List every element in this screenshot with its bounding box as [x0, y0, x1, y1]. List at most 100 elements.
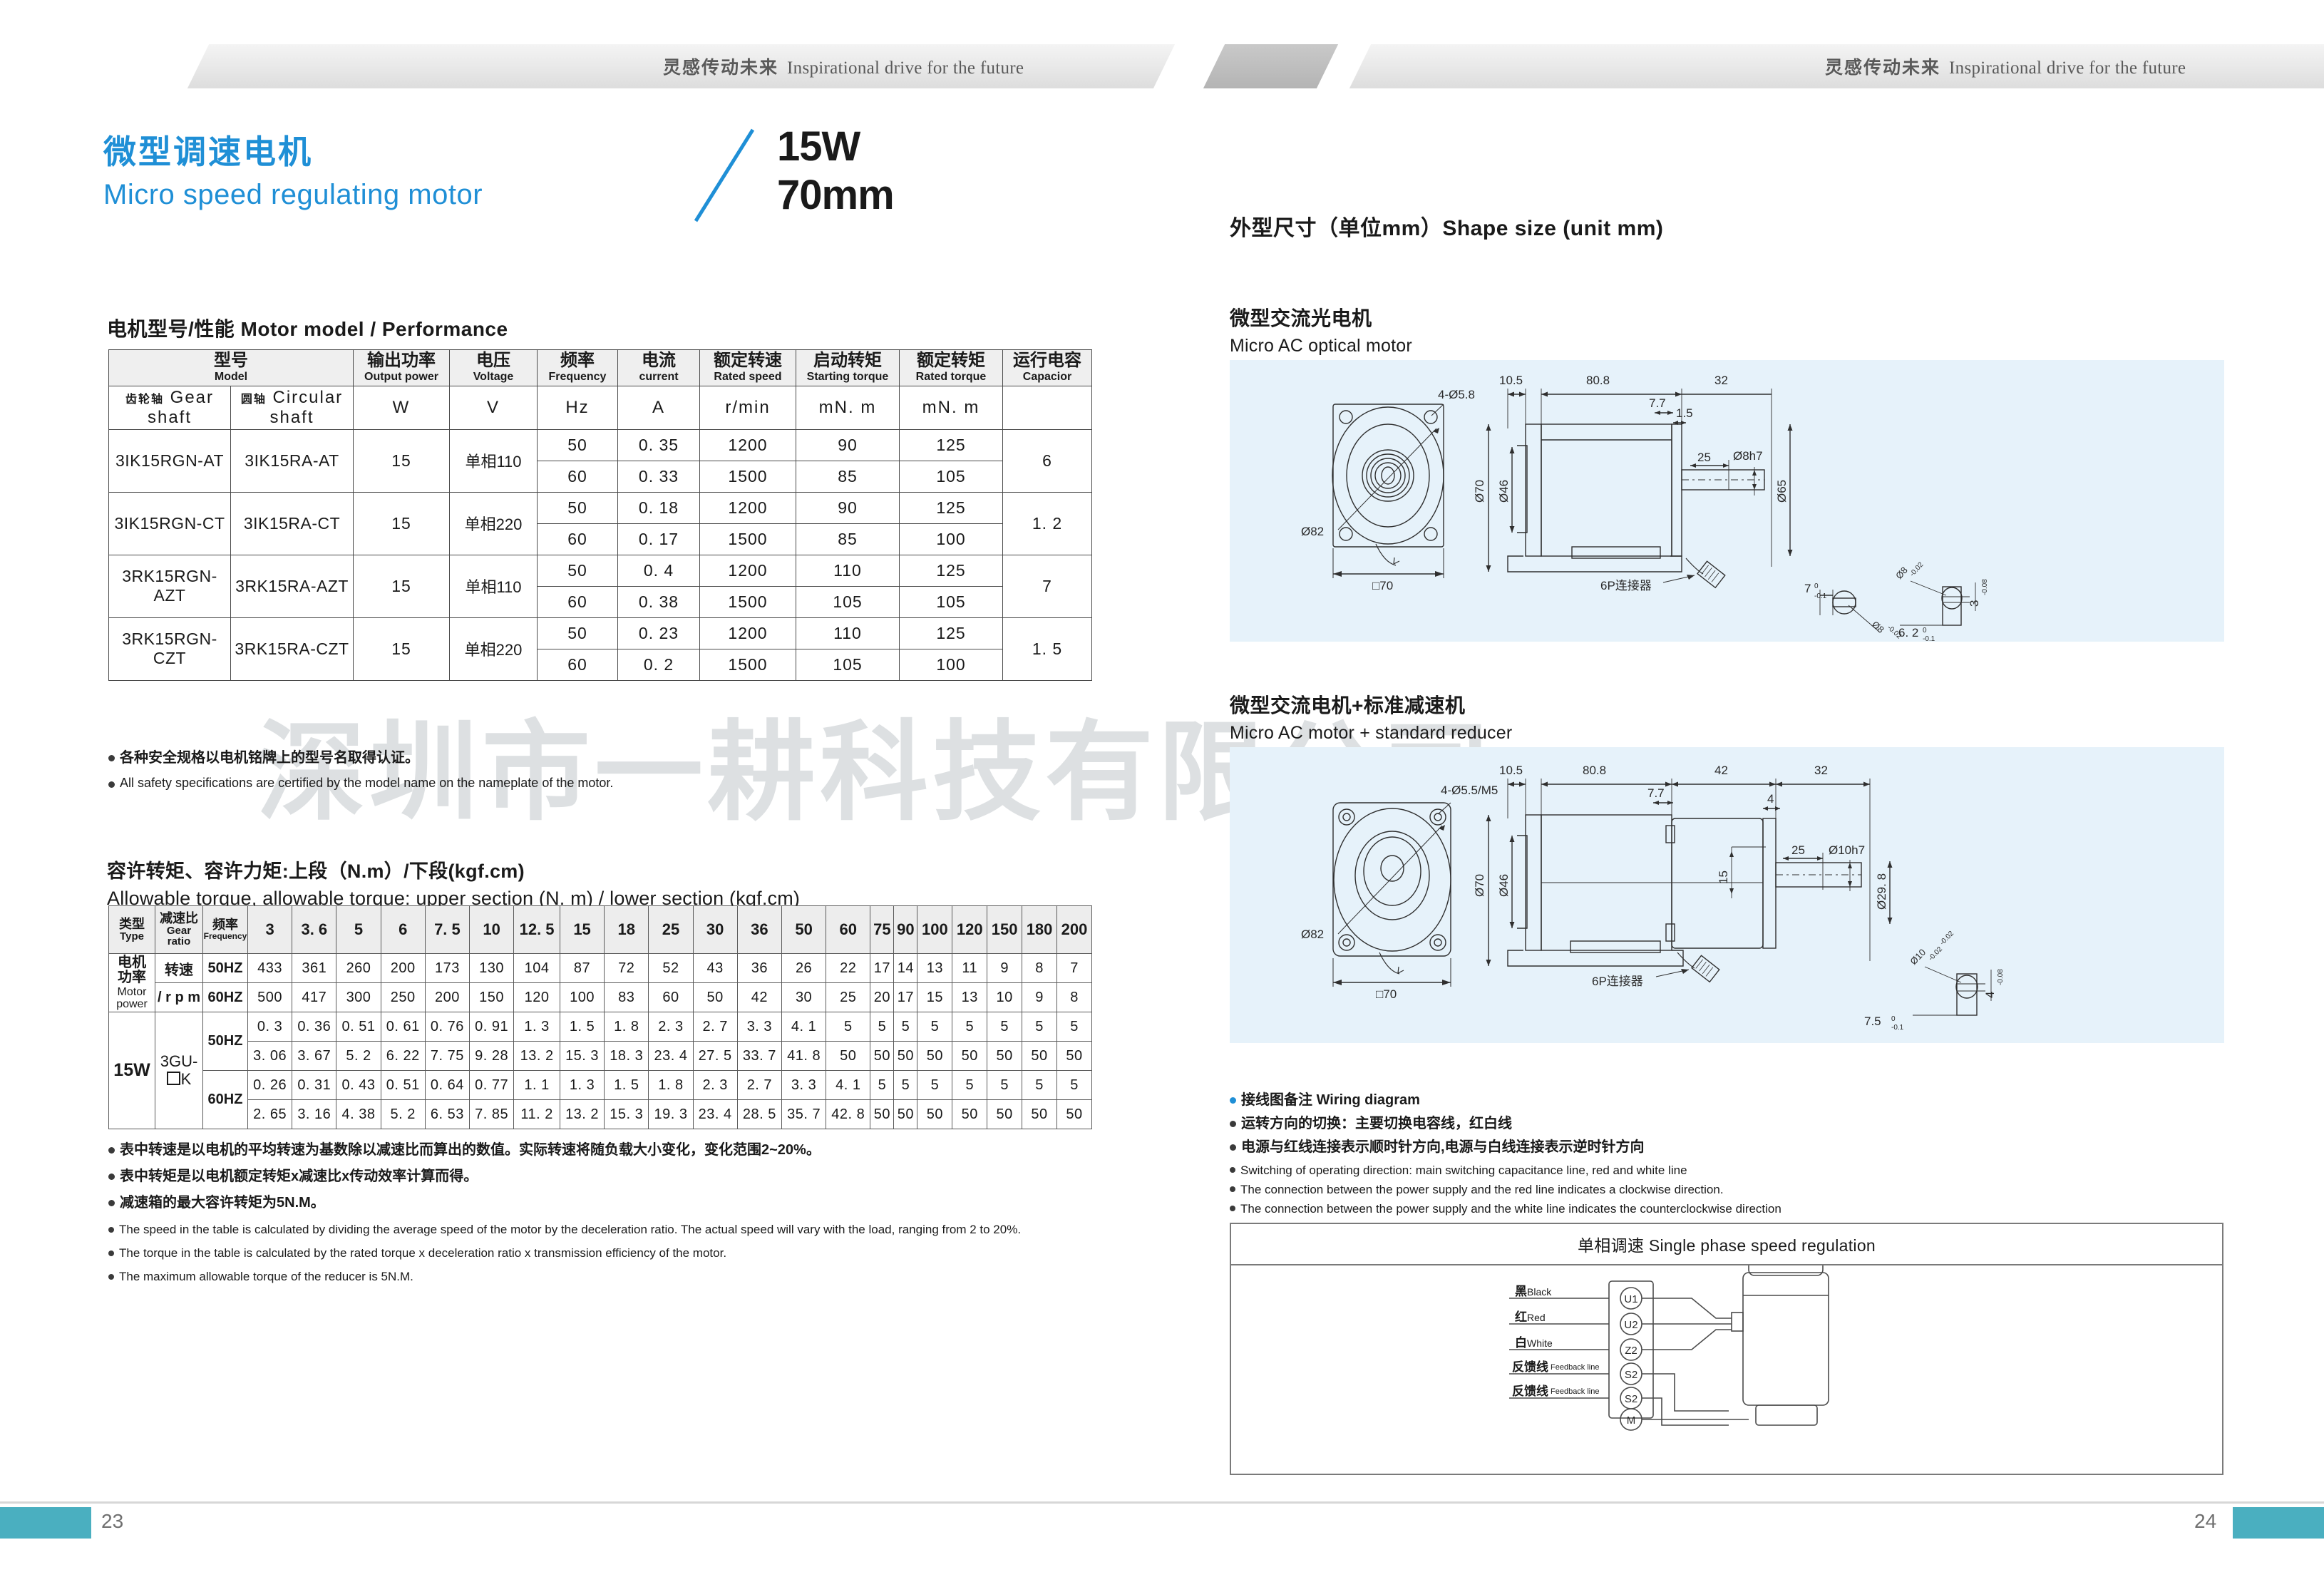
torque-note-en-2: The maximum allowable torque of the redu…	[119, 1270, 413, 1284]
allowable-torque-table: 类型 Type 减速比 Gear ratio 频率 Frequency 3 3.…	[108, 905, 1092, 1129]
bullet-dot-icon	[108, 1200, 115, 1206]
table-row: 电机 功率 Motor power 转速 50HZ 433 361 260 20…	[108, 953, 1092, 1012]
wiring-note-cn-1: 电源与红线连接表示顺时针方向,电源与白线连接表示逆时针方向	[1241, 1139, 1645, 1155]
safety-note-cn: 各种安全规格以电机铭牌上的型号名取得认证。	[120, 750, 419, 766]
page-chip-left	[0, 1507, 91, 1539]
perf-circ-model-2: 3RK15RA-AZT	[230, 554, 354, 618]
torque-col-freq: 频率 Frequency	[202, 905, 248, 954]
t50kgf-4: 7. 75	[424, 1041, 471, 1071]
slogan-en-2: Inspirational drive for the future	[1949, 58, 2186, 78]
perf-rated-3-1: 100	[899, 648, 1003, 681]
perf-start-3-0: 110	[796, 617, 900, 649]
perf-col-voltage: 电压 Voltage	[449, 349, 538, 386]
list-item: 表中转矩是以电机额定转矩x减速比x传动效率计算而得。	[108, 1167, 1121, 1186]
dim-flange-dia-1: Ø82	[1301, 525, 1324, 538]
speed50-9: 52	[648, 953, 694, 983]
perf-circ-model-1: 3IK15RA-CT	[230, 491, 354, 555]
perf-unit-mnm2: mN. m	[899, 385, 1003, 430]
t60kgf-16: 50	[917, 1099, 953, 1129]
perf-h-en: Model	[214, 371, 248, 384]
perf-col-speed: 额定转速 Rated speed	[699, 349, 796, 386]
torque-note-cn-2: 减速箱的最大容许转矩为5N.M。	[120, 1195, 325, 1211]
t50nm-11: 3. 3	[736, 1012, 782, 1042]
t60kgf-10: 23. 4	[692, 1099, 738, 1129]
torque-ratio-13: 60	[826, 905, 871, 954]
t50nm-18: 5	[987, 1012, 1023, 1042]
speed50-17: 11	[952, 953, 988, 983]
t60kgf-18: 50	[987, 1099, 1023, 1129]
torque-motor-power-label: 电机 功率 Motor power	[108, 953, 155, 1012]
perf-cap-2: 7	[1002, 554, 1092, 618]
t50kgf-6: 13. 2	[513, 1041, 560, 1071]
t50nm-5: 0. 91	[469, 1012, 515, 1042]
dim-end-dia-1: Ø65	[1775, 480, 1789, 503]
t50nm-6: 1. 3	[513, 1012, 560, 1042]
t50kgf-20: 50	[1056, 1041, 1092, 1071]
list-item: The connection between the power supply …	[1230, 1201, 2228, 1217]
perf-current-3-0: 0. 23	[617, 617, 700, 649]
torque-rot-cn: 转速	[155, 953, 203, 983]
terminal-code-3: S2	[1625, 1369, 1637, 1381]
dim-body-len-2: 80.8	[1583, 764, 1606, 777]
torque-ratio-16: 100	[917, 905, 953, 954]
list-item: The speed in the table is calculated by …	[108, 1222, 1121, 1238]
bullet-dot-icon	[108, 755, 115, 761]
speed50-4: 173	[424, 953, 471, 983]
dim-shaft-len-1: 25	[1697, 451, 1711, 464]
safety-note-en: All safety specifications are certified …	[120, 776, 614, 790]
table-row: / r p m 60HZ 500 417 300 250 200 150 120…	[109, 982, 1092, 1012]
speed60-8: 83	[604, 982, 649, 1012]
torque-ratio-9: 25	[648, 905, 694, 954]
t50nm-0: 0. 3	[247, 1012, 293, 1042]
bullet-dot-icon	[1230, 1144, 1236, 1151]
speed60-14: 20	[870, 982, 895, 1012]
torque-ratio-8: 18	[604, 905, 649, 954]
t50nm-12: 4. 1	[781, 1012, 827, 1042]
t60kgf-15: 50	[893, 1099, 918, 1129]
perf-speed-1-1: 1500	[699, 523, 796, 555]
dim-shaft-dia-1: Ø8h7	[1733, 449, 1763, 463]
dim-square-2: □70	[1376, 987, 1397, 1001]
list-item: 运转方向的切换：主要切换电容线，红白线	[1230, 1114, 2228, 1133]
speed50-13: 22	[826, 953, 871, 983]
perf-col-rated-torque: 额定转矩 Rated torque	[899, 349, 1003, 386]
t60nm-7: 1. 3	[559, 1070, 605, 1100]
speed50-15: 14	[893, 953, 918, 983]
perf-rated-2-1: 105	[899, 585, 1003, 618]
shape-size-heading: 外型尺寸（单位mm）Shape size (unit mm)	[1230, 217, 1664, 240]
title-frame: 70mm	[777, 172, 895, 219]
drawing1-title-en: Micro AC optical motor	[1230, 336, 1412, 356]
torque-ratio-18: 150	[987, 905, 1023, 954]
dim-key-w-1: 7	[1804, 582, 1811, 595]
t60kgf-13: 42. 8	[826, 1099, 871, 1129]
perf-col-power: 输出功率 Output power	[353, 349, 450, 386]
torque-ratio-10: 30	[692, 905, 738, 954]
perf-power-2: 15	[353, 554, 450, 618]
t60nm-5: 0. 77	[469, 1070, 515, 1100]
perf-freq-0-0: 50	[537, 428, 618, 461]
torque-speed-50hz-label: 50HZ	[202, 953, 248, 983]
torque-gear-series: 3GU- K	[155, 1012, 203, 1129]
table-row: 3RK15RGN-AZT 3RK15RA-AZT 15 单相110 50 0. …	[108, 554, 1092, 618]
t60kgf-14: 50	[870, 1099, 895, 1129]
perf-circ-model-0: 3IK15RA-AT	[230, 428, 354, 493]
dim-key-t-1: 3	[1968, 600, 1981, 607]
perf-heading: 电机型号/性能 Motor model / Performance	[107, 318, 508, 340]
dim-key-w-tol-1: 0	[1814, 582, 1819, 590]
dim-boss-dia-2: Ø70	[1473, 874, 1486, 897]
t60kgf-8: 15. 3	[604, 1099, 649, 1129]
bullet-dot-icon	[1230, 1121, 1236, 1127]
t50kgf-19: 50	[1022, 1041, 1057, 1071]
t60nm-9: 1. 8	[648, 1070, 694, 1100]
torque-ratio-11: 36	[736, 905, 782, 954]
torque-heading-cn: 容许转矩、容许力矩:上段（N.m）/下段(kgf.cm)	[107, 861, 525, 882]
torque-notes: 表中转速是以电机的平均转速为基数除以减速比而算出的数值。实际转速将随负载大小变化…	[108, 1141, 1121, 1293]
banner-slogan-left: 灵感传动未来 Inspirational drive for the future	[663, 53, 1024, 79]
t50nm-10: 2. 7	[692, 1012, 738, 1042]
perf-col-model: 型号 Model	[108, 349, 354, 386]
t50kgf-18: 50	[987, 1041, 1023, 1071]
speed60-4: 200	[424, 982, 471, 1012]
dim-key-shaft-1: Ø8	[1870, 619, 1886, 635]
perf-circ-model-3: 3RK15RA-CZT	[230, 617, 354, 681]
speed50-2: 260	[336, 953, 381, 983]
